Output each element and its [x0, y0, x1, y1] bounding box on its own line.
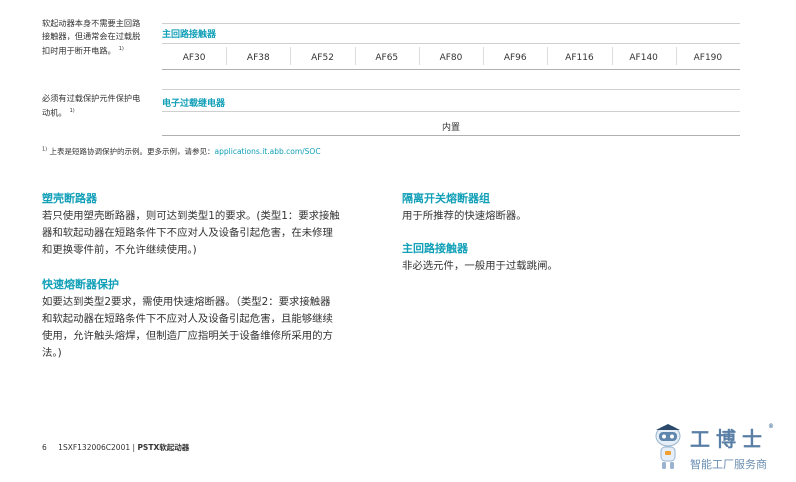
section-body: 用于所推荐的快速熔断器。	[402, 208, 742, 225]
overload-relay-value: 内置	[441, 123, 460, 133]
section-title: 主回路接触器	[402, 242, 468, 255]
section-title: 快速熔断器保护	[42, 278, 119, 291]
cell-separator	[418, 47, 420, 65]
contactor-cell: AF96	[503, 53, 527, 63]
section-molded-case-breaker: 塑壳断路器 若只使用塑壳断路器，则可达到类型1的要求。(类型1：要求接触 器和软…	[42, 190, 387, 259]
contactor-cell: AF116	[565, 53, 594, 63]
watermark: 工博士® 智能工厂服务商	[650, 420, 790, 472]
cell-separator	[547, 47, 549, 65]
row1-header: 主回路接触器	[162, 30, 217, 40]
section-title: 塑壳断路器	[42, 192, 97, 205]
section-fast-fuse-protection: 快速熔断器保护 如要达到类型2要求，需使用快速熔断器。（类型2：要求接触器 和软…	[42, 276, 387, 362]
cell-separator	[675, 47, 677, 65]
page-footer: 6 1SXF132006C2001 | PSTX软起动器	[42, 442, 189, 453]
row1-note-line: 软起动器本身不需要主回路	[42, 18, 141, 28]
row1-bottom-rule	[162, 69, 740, 70]
section-title: 隔离开关熔断器组	[402, 192, 490, 205]
product-name: PSTX软起动器	[137, 443, 190, 452]
cell-separator	[290, 47, 292, 65]
body-line: 非必选元件，一般用于过载跳闸。	[402, 260, 558, 272]
section-body: 如要达到类型2要求，需使用快速熔断器。（类型2：要求接触器 和软起动器在短路条件…	[42, 294, 387, 362]
registered-mark: ®	[768, 423, 774, 430]
row1-top-rule	[162, 23, 740, 24]
footnote-link[interactable]: applications.it.abb.com/SOC	[215, 147, 321, 156]
section-body: 若只使用塑壳断路器，则可达到类型1的要求。(类型1：要求接触 器和软起动器在短路…	[42, 208, 387, 259]
row2-note-line: 必须有过载保护元件保护电	[42, 93, 141, 103]
row1-header-rule	[162, 43, 740, 44]
row1-note-line: 扣时用于断开电路。 1)	[42, 45, 124, 56]
cell-separator	[611, 47, 613, 65]
section-main-contactor: 主回路接触器 非必选元件，一般用于过载跳闸。	[402, 240, 742, 275]
footnote-marker: 1)	[69, 108, 75, 114]
cell-separator	[226, 47, 228, 65]
footnote-text: 上表是短路协调保护的示例。更多示例，请参见：	[47, 147, 215, 156]
row1-note-line: 接触器，但通常会在过载脱	[42, 31, 141, 41]
right-column: 隔离开关熔断器组 用于所推荐的快速熔断器。 主回路接触器 非必选元件，一般用于过…	[402, 190, 742, 275]
doc-number: 1SXF132006C2001	[58, 443, 131, 452]
section-body: 非必选元件，一般用于过载跳闸。	[402, 258, 742, 275]
row2-note: 必须有过载保护元件保护电 动机。 1)	[42, 92, 160, 120]
contactor-cell: AF65	[375, 53, 399, 63]
body-line: 用于所推荐的快速熔断器。	[402, 210, 527, 222]
watermark-tagline: 智能工厂服务商	[690, 458, 767, 471]
row2-bottom-rule	[162, 135, 740, 136]
body-line: 和更换零件前，不允许继续使用。)	[42, 244, 197, 256]
contactor-cell: AF80	[439, 53, 463, 63]
row2-header-rule	[162, 111, 740, 112]
watermark-brand: 工博士®	[690, 423, 774, 451]
cell-separator	[354, 47, 356, 65]
table-footnote: 1) 上表是短路协调保护的示例。更多示例，请参见：applications.it…	[42, 146, 321, 157]
footer-separator: |	[132, 443, 136, 452]
row2-top-rule	[162, 89, 740, 90]
robot-mascot-icon	[655, 424, 681, 469]
footnote-marker: 1)	[118, 46, 124, 52]
body-line: 法。)	[42, 347, 62, 359]
contactor-cell: AF30	[182, 53, 206, 63]
contactor-cell: AF38	[246, 53, 270, 63]
page-number: 6	[42, 443, 47, 452]
contactor-cell: AF52	[311, 53, 334, 63]
row2-note-line: 动机。 1)	[42, 107, 75, 118]
body-line: 如要达到类型2要求，需使用快速熔断器。（类型2：要求接触器	[42, 296, 331, 308]
contactor-cell: AF190	[693, 53, 723, 63]
cell-separator	[483, 47, 485, 65]
body-line: 和软起动器在短路条件下不应对人及设备引起危害，且能够继续	[42, 313, 333, 325]
body-line: 使用，允许触头熔焊，但制造厂应指明关于设备维修所采用的方	[42, 330, 333, 342]
body-line: 若只使用塑壳断路器，则可达到类型1的要求。(类型1：要求接触	[42, 210, 340, 222]
contactor-cell: AF140	[629, 53, 658, 63]
left-column: 塑壳断路器 若只使用塑壳断路器，则可达到类型1的要求。(类型1：要求接触 器和软…	[42, 190, 387, 362]
body-line: 器和软起动器在短路条件下不应对人及设备引起危害，在未修理	[42, 227, 333, 239]
section-switch-fuse-group: 隔离开关熔断器组 用于所推荐的快速熔断器。	[402, 190, 742, 225]
row2-header: 电子过载继电器	[162, 99, 226, 109]
row1-note: 软起动器本身不需要主回路 接触器，但通常会在过载脱 扣时用于断开电路。 1)	[42, 17, 160, 58]
